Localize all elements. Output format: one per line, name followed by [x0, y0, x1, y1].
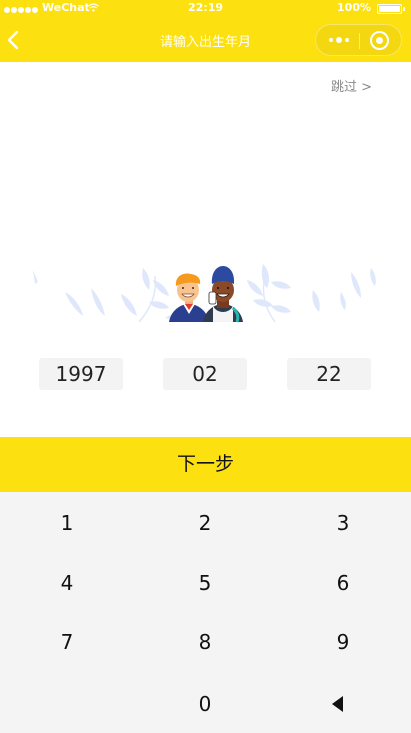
year-field[interactable]: 1997: [39, 358, 123, 390]
backspace-icon: [331, 696, 343, 712]
key-2[interactable]: 2: [160, 501, 250, 545]
key-6[interactable]: 6: [298, 561, 388, 605]
month-field[interactable]: 02: [163, 358, 247, 390]
day-field[interactable]: 22: [287, 358, 371, 390]
numeric-keypad: 1 2 3 4 5 6 7 8 9 0: [0, 492, 411, 733]
illustration-couple: [33, 264, 376, 323]
key-4[interactable]: 4: [22, 561, 112, 605]
battery-icon: [377, 4, 405, 14]
skip-link[interactable]: 跳过 >: [331, 76, 372, 95]
backspace-key[interactable]: [292, 682, 382, 726]
key-7[interactable]: 7: [22, 620, 112, 664]
key-1[interactable]: 1: [22, 501, 112, 545]
key-8[interactable]: 8: [160, 620, 250, 664]
more-dots-icon[interactable]: [324, 28, 354, 52]
capsule-divider: [359, 33, 360, 49]
key-9[interactable]: 9: [298, 620, 388, 664]
mini-program-capsule: [315, 24, 402, 56]
battery-percentage: 100%: [337, 1, 371, 14]
status-bar: WeChat 22:19 100%: [0, 0, 411, 16]
key-3[interactable]: 3: [298, 501, 388, 545]
header: WeChat 22:19 100% 请输入出生年月: [0, 0, 411, 62]
key-0[interactable]: 0: [160, 682, 250, 726]
close-target-icon[interactable]: [370, 31, 389, 50]
next-step-button[interactable]: 下一步: [0, 437, 411, 492]
key-5[interactable]: 5: [160, 561, 250, 605]
